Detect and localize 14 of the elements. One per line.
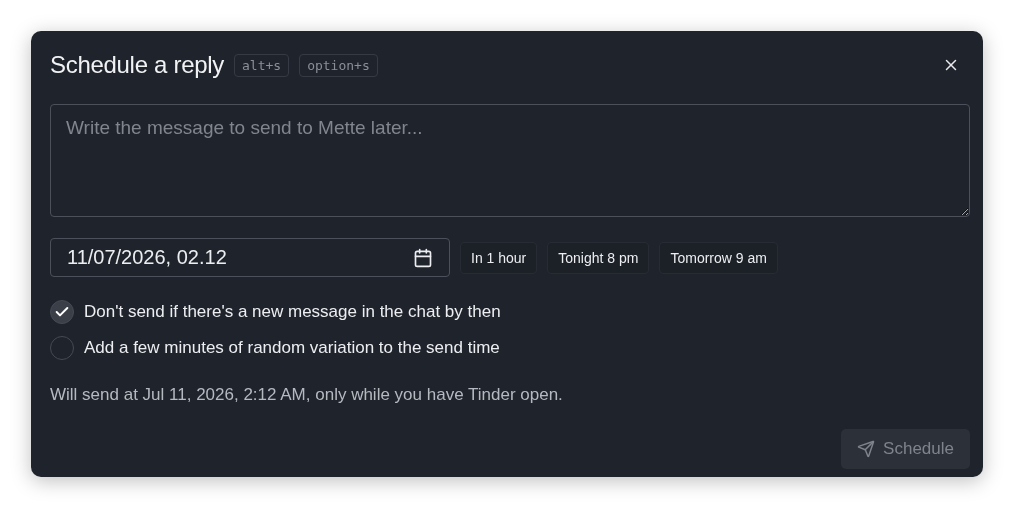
send-icon [857, 440, 876, 458]
dialog-title: Schedule a reply [50, 51, 224, 79]
message-field[interactable]: Write the message to send to Mette later... [50, 104, 970, 217]
calendar-icon[interactable] [413, 247, 433, 268]
option-label: Add a few minutes of random variation to the send time [84, 338, 500, 358]
preset-button[interactable]: In 1 hour [460, 241, 538, 274]
preset-button[interactable]: Tonight 8 pm [547, 241, 650, 274]
preset-button[interactable]: Tomorrow 9 am [659, 241, 778, 274]
option-label: Don't send if there's a new message in the chat by then [84, 302, 501, 322]
checkbox[interactable] [50, 300, 74, 324]
shortcut-key: alt+s [234, 53, 290, 77]
shortcut-key: option+s [299, 53, 378, 77]
send-info-text: Will send at Jul 11, 2026, 2:12 AM, only while you have Tinder open. [50, 385, 564, 405]
datetime-field[interactable]: 11/07/2026, 02.12 [50, 238, 450, 277]
